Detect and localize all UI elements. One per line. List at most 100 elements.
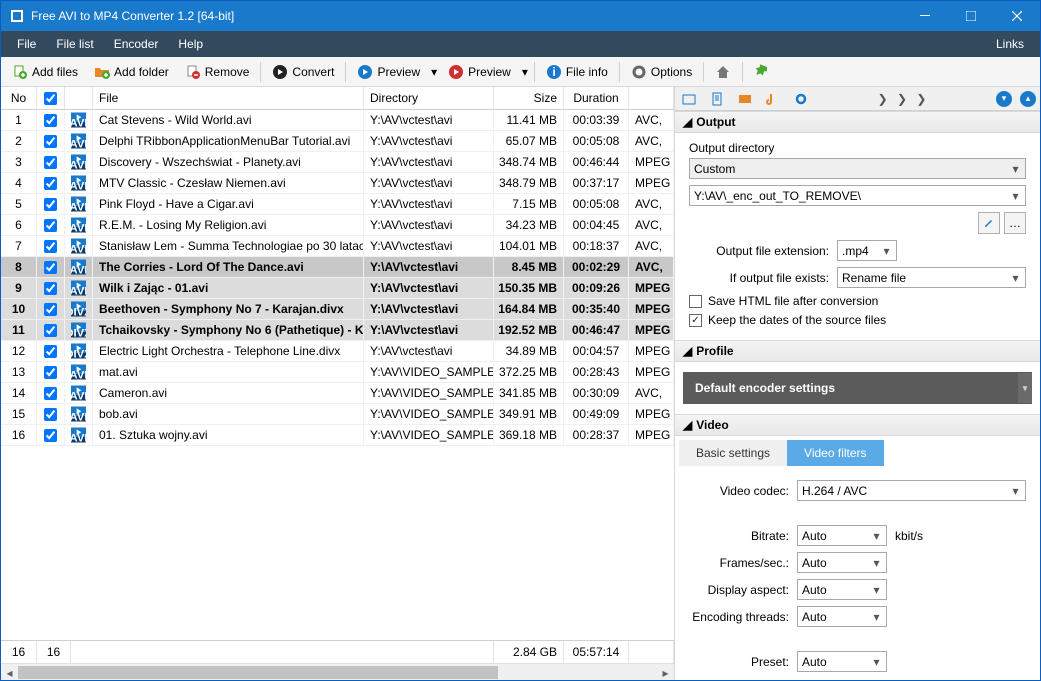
table-row[interactable]: 2AVIDelphi TRibbonApplicationMenuBar Tut… xyxy=(1,131,674,152)
table-row[interactable]: 4AVIMTV Classic - Czesław Niemen.aviY:\A… xyxy=(1,173,674,194)
horizontal-scrollbar[interactable]: ◂ ▸ xyxy=(1,663,674,680)
preset-combo[interactable]: Auto▾ xyxy=(797,651,887,672)
header-checkbox[interactable] xyxy=(44,92,57,105)
table-row[interactable]: 12DIVXElectric Light Orchestra - Telepho… xyxy=(1,341,674,362)
table-row[interactable]: 16AVI01. Sztuka wojny.aviY:\AV\VIDEO_SAM… xyxy=(1,425,674,446)
cell-check[interactable] xyxy=(37,173,65,193)
scroll-right-arrow[interactable]: ▸ xyxy=(657,664,674,680)
browse-path-button[interactable]: … xyxy=(1004,212,1026,234)
cell-check[interactable] xyxy=(37,152,65,172)
remove-button[interactable]: Remove xyxy=(178,61,257,83)
cell-check[interactable] xyxy=(37,362,65,382)
cell-check[interactable] xyxy=(37,383,65,403)
grid-body[interactable]: 1AVICat Stevens - Wild World.aviY:\AV\vc… xyxy=(1,110,674,640)
tab-basic-settings[interactable]: Basic settings xyxy=(679,440,787,466)
tab-folder-icon[interactable] xyxy=(675,87,703,111)
output-ext-combo[interactable]: .mp4▾ xyxy=(837,240,897,261)
keep-dates-checkbox-row[interactable]: ✓ Keep the dates of the source files xyxy=(689,313,1026,327)
cell-dur: 00:09:26 xyxy=(564,278,629,298)
section-output-head[interactable]: ◢Output xyxy=(675,111,1040,133)
cell-no: 10 xyxy=(1,299,37,319)
preview-1-dropdown[interactable]: ▾ xyxy=(429,65,439,79)
right-panel-body[interactable]: ◢Output Output directory Custom▾ Y:\AV\_… xyxy=(675,111,1040,680)
table-row[interactable]: 5AVIPink Floyd - Have a Cigar.aviY:\AV\v… xyxy=(1,194,674,215)
col-size[interactable]: Size xyxy=(494,87,564,109)
cell-check[interactable] xyxy=(37,215,65,235)
save-html-checkbox-row[interactable]: Save HTML file after conversion xyxy=(689,294,1026,308)
threads-combo[interactable]: Auto▾ xyxy=(797,606,887,627)
bitrate-combo[interactable]: Auto▾ xyxy=(797,525,887,546)
keep-dates-checkbox[interactable]: ✓ xyxy=(689,314,702,327)
col-file[interactable]: File xyxy=(93,87,364,109)
menu-help[interactable]: Help xyxy=(168,34,213,54)
cell-check[interactable] xyxy=(37,425,65,445)
save-html-checkbox[interactable] xyxy=(689,295,702,308)
table-row[interactable]: 9AVIWilk i Zając - 01.aviY:\AV\vctest\av… xyxy=(1,278,674,299)
section-video-head[interactable]: ◢Video xyxy=(675,414,1040,436)
add-folder-button[interactable]: Add folder xyxy=(87,61,176,83)
tab-gear-icon[interactable] xyxy=(787,87,815,111)
col-vcodec[interactable] xyxy=(629,87,674,109)
preview-2-button[interactable]: Preview xyxy=(441,61,518,83)
table-row[interactable]: 1AVICat Stevens - Wild World.aviY:\AV\vc… xyxy=(1,110,674,131)
tab-doc-icon[interactable] xyxy=(703,87,731,111)
table-row[interactable]: 3AVIDiscovery - Wszechświat - Planety.av… xyxy=(1,152,674,173)
tab-audio-icon[interactable] xyxy=(759,87,787,111)
options-button[interactable]: Options xyxy=(624,61,699,83)
profile-selector[interactable]: Default encoder settings ▾ xyxy=(683,372,1032,404)
menu-links[interactable]: Links xyxy=(986,34,1034,54)
cell-check[interactable] xyxy=(37,110,65,130)
close-button[interactable] xyxy=(994,1,1040,31)
table-row[interactable]: 11DIVXTchaikovsky - Symphony No 6 (Pathe… xyxy=(1,320,674,341)
cell-check[interactable] xyxy=(37,278,65,298)
menu-encoder[interactable]: Encoder xyxy=(104,34,169,54)
add-files-button[interactable]: Add files xyxy=(5,61,85,83)
threads-label: Encoding threads: xyxy=(689,610,789,624)
video-codec-combo[interactable]: H.264 / AVC▾ xyxy=(797,480,1026,501)
cell-check[interactable] xyxy=(37,341,65,361)
section-profile-head[interactable]: ◢Profile xyxy=(675,340,1040,362)
col-check[interactable] xyxy=(37,87,65,109)
table-row[interactable]: 6AVIR.E.M. - Losing My Religion.aviY:\AV… xyxy=(1,215,674,236)
scroll-thumb[interactable] xyxy=(18,666,498,679)
col-directory[interactable]: Directory xyxy=(364,87,494,109)
cell-check[interactable] xyxy=(37,131,65,151)
aspect-combo[interactable]: Auto▾ xyxy=(797,579,887,600)
menu-file-list[interactable]: File list xyxy=(46,34,103,54)
tab-video-filters[interactable]: Video filters xyxy=(787,440,883,466)
table-row[interactable]: 10DIVXBeethoven - Symphony No 7 - Karaja… xyxy=(1,299,674,320)
cell-check[interactable] xyxy=(37,257,65,277)
pin-button[interactable] xyxy=(747,61,777,83)
table-row[interactable]: 8AVIThe Corries - Lord Of The Dance.aviY… xyxy=(1,257,674,278)
file-exists-combo[interactable]: Rename file▾ xyxy=(837,267,1026,288)
output-path-combo[interactable]: Y:\AV\_enc_out_TO_REMOVE\▾ xyxy=(689,185,1026,206)
fps-combo[interactable]: Auto▾ xyxy=(797,552,887,573)
file-info-button[interactable]: i File info xyxy=(539,61,615,83)
table-row[interactable]: 7AVIStanisław Lem - Summa Technologiae p… xyxy=(1,236,674,257)
cell-check[interactable] xyxy=(37,194,65,214)
col-icon[interactable] xyxy=(65,87,93,109)
table-row[interactable]: 14AVICameron.aviY:\AV\VIDEO_SAMPLES\...3… xyxy=(1,383,674,404)
output-dir-combo[interactable]: Custom▾ xyxy=(689,158,1026,179)
table-row[interactable]: 13AVImat.aviY:\AV\VIDEO_SAMPLES\...372.2… xyxy=(1,362,674,383)
preview-1-button[interactable]: Preview xyxy=(350,61,427,83)
maximize-button[interactable] xyxy=(948,1,994,31)
menu-file[interactable]: File xyxy=(7,34,46,54)
col-no[interactable]: No xyxy=(1,87,37,109)
tab-video-icon[interactable] xyxy=(731,87,759,111)
cell-check[interactable] xyxy=(37,320,65,340)
expand-chevrons[interactable]: ❯ ❯ ❯ xyxy=(815,92,992,106)
preview-2-dropdown[interactable]: ▾ xyxy=(520,65,530,79)
collapse-down-icon[interactable]: ▾ xyxy=(996,91,1012,107)
convert-button[interactable]: Convert xyxy=(265,61,341,83)
cell-check[interactable] xyxy=(37,404,65,424)
cell-check[interactable] xyxy=(37,299,65,319)
collapse-up-icon[interactable]: ▴ xyxy=(1020,91,1036,107)
home-button[interactable] xyxy=(708,61,738,83)
cell-check[interactable] xyxy=(37,236,65,256)
scroll-left-arrow[interactable]: ◂ xyxy=(1,664,18,680)
table-row[interactable]: 15AVIbob.aviY:\AV\VIDEO_SAMPLES\...349.9… xyxy=(1,404,674,425)
edit-path-button[interactable] xyxy=(978,212,1000,234)
minimize-button[interactable] xyxy=(902,1,948,31)
col-duration[interactable]: Duration xyxy=(564,87,629,109)
